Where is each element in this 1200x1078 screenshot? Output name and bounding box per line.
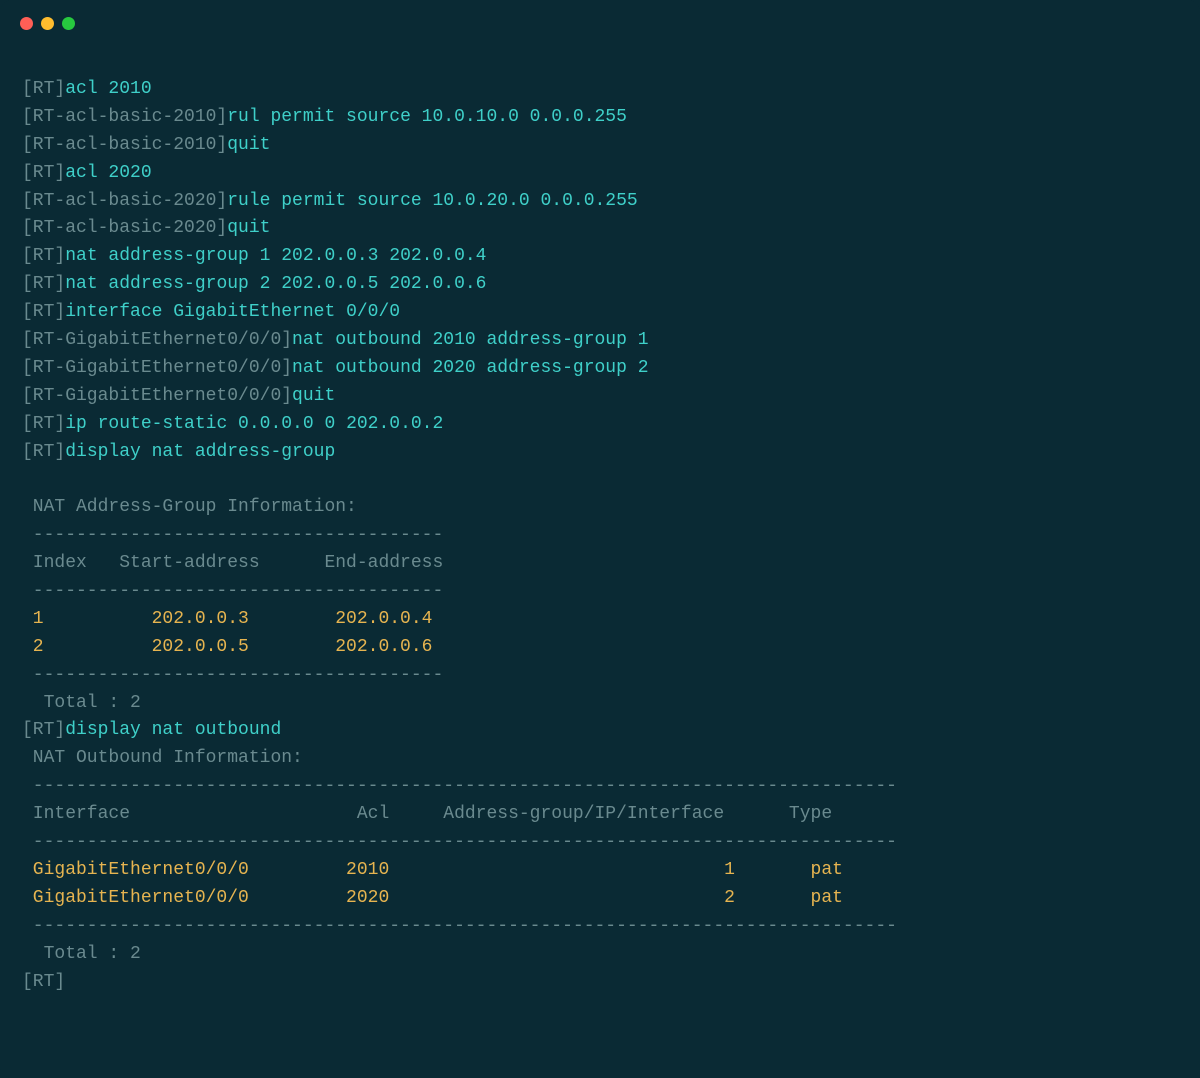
command-text: rul permit source 10.0.10.0 0.0.0.255 (227, 107, 627, 127)
prompt: [RT] (22, 302, 65, 322)
prompt: [RT-acl-basic-2020] (22, 218, 227, 238)
command-text: acl 2020 (65, 163, 151, 183)
prompt: [RT] (22, 79, 65, 99)
output-divider: ----------------------------------------… (22, 776, 897, 796)
prompt: [RT-acl-basic-2020] (22, 191, 227, 211)
prompt: [RT-acl-basic-2010] (22, 107, 227, 127)
command-text: display nat outbound (65, 720, 281, 740)
close-icon[interactable] (20, 17, 33, 30)
titlebar (0, 0, 1200, 46)
command-text: nat outbound 2010 address-group 1 (292, 330, 648, 350)
output-divider: -------------------------------------- (22, 525, 443, 545)
command-text: nat address-group 2 202.0.0.5 202.0.0.6 (65, 274, 486, 294)
terminal-window: [RT]acl 2010 [RT-acl-basic-2010]rul perm… (0, 0, 1200, 1078)
prompt: [RT] (22, 972, 65, 992)
output-row: GigabitEthernet0/0/0 2010 1 pat (22, 860, 843, 880)
terminal-body[interactable]: [RT]acl 2010 [RT-acl-basic-2010]rul perm… (0, 46, 1200, 1018)
prompt: [RT] (22, 414, 65, 434)
prompt: [RT] (22, 442, 65, 462)
output-title: NAT Outbound Information: (22, 748, 303, 768)
output-header: Index Start-address End-address (22, 553, 443, 573)
output-header: Interface Acl Address-group/IP/Interface… (22, 804, 832, 824)
output-divider: -------------------------------------- (22, 581, 443, 601)
output-divider: -------------------------------------- (22, 665, 443, 685)
prompt: [RT-acl-basic-2010] (22, 135, 227, 155)
output-title: NAT Address-Group Information: (22, 497, 357, 517)
output-total: Total : 2 (22, 944, 141, 964)
prompt: [RT] (22, 720, 65, 740)
minimize-icon[interactable] (41, 17, 54, 30)
zoom-icon[interactable] (62, 17, 75, 30)
output-row: 2 202.0.0.5 202.0.0.6 (22, 637, 432, 657)
command-text: acl 2010 (65, 79, 151, 99)
output-divider: ----------------------------------------… (22, 916, 897, 936)
prompt: [RT-GigabitEthernet0/0/0] (22, 330, 292, 350)
command-text: ip route-static 0.0.0.0 0 202.0.0.2 (65, 414, 443, 434)
output-row: 1 202.0.0.3 202.0.0.4 (22, 609, 432, 629)
command-text: nat outbound 2020 address-group 2 (292, 358, 648, 378)
command-text: quit (227, 135, 270, 155)
command-text: interface GigabitEthernet 0/0/0 (65, 302, 400, 322)
output-divider: ----------------------------------------… (22, 832, 897, 852)
command-text: nat address-group 1 202.0.0.3 202.0.0.4 (65, 246, 486, 266)
prompt: [RT] (22, 163, 65, 183)
prompt: [RT] (22, 274, 65, 294)
prompt: [RT-GigabitEthernet0/0/0] (22, 386, 292, 406)
command-text: rule permit source 10.0.20.0 0.0.0.255 (227, 191, 637, 211)
prompt: [RT-GigabitEthernet0/0/0] (22, 358, 292, 378)
prompt: [RT] (22, 246, 65, 266)
output-row: GigabitEthernet0/0/0 2020 2 pat (22, 888, 843, 908)
command-text: display nat address-group (65, 442, 335, 462)
command-text: quit (292, 386, 335, 406)
output-total: Total : 2 (22, 693, 141, 713)
command-text: quit (227, 218, 270, 238)
